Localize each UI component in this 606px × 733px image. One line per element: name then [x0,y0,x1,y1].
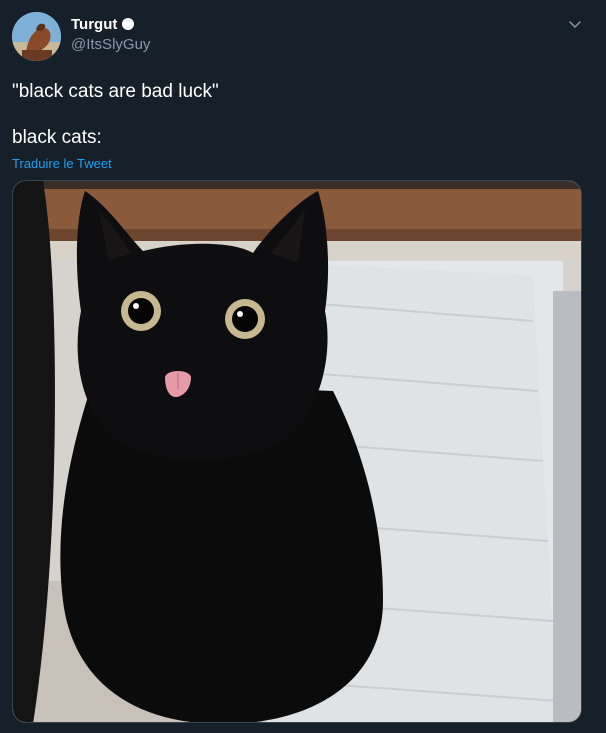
avatar-image [12,12,61,61]
tweet-line-1: "black cats are bad luck" [12,81,219,102]
tweet-line-2: black cats: [12,127,102,148]
tweet-media[interactable] [12,180,582,723]
name-row: Turgut [71,14,150,34]
chevron-down-icon[interactable] [566,16,584,34]
display-name[interactable]: Turgut [71,16,117,33]
user-handle[interactable]: @ItsSlyGuy [71,36,150,53]
black-cat-photo [13,181,581,722]
avatar[interactable] [12,12,61,61]
user-info: Turgut @ItsSlyGuy [71,14,150,54]
tweet: Turgut @ItsSlyGuy "black cats are bad lu… [0,0,606,733]
tweet-text: "black cats are bad luck" black cats: [12,80,572,149]
translate-link[interactable]: Traduire le Tweet [12,156,112,171]
dot-badge-icon [122,18,135,30]
